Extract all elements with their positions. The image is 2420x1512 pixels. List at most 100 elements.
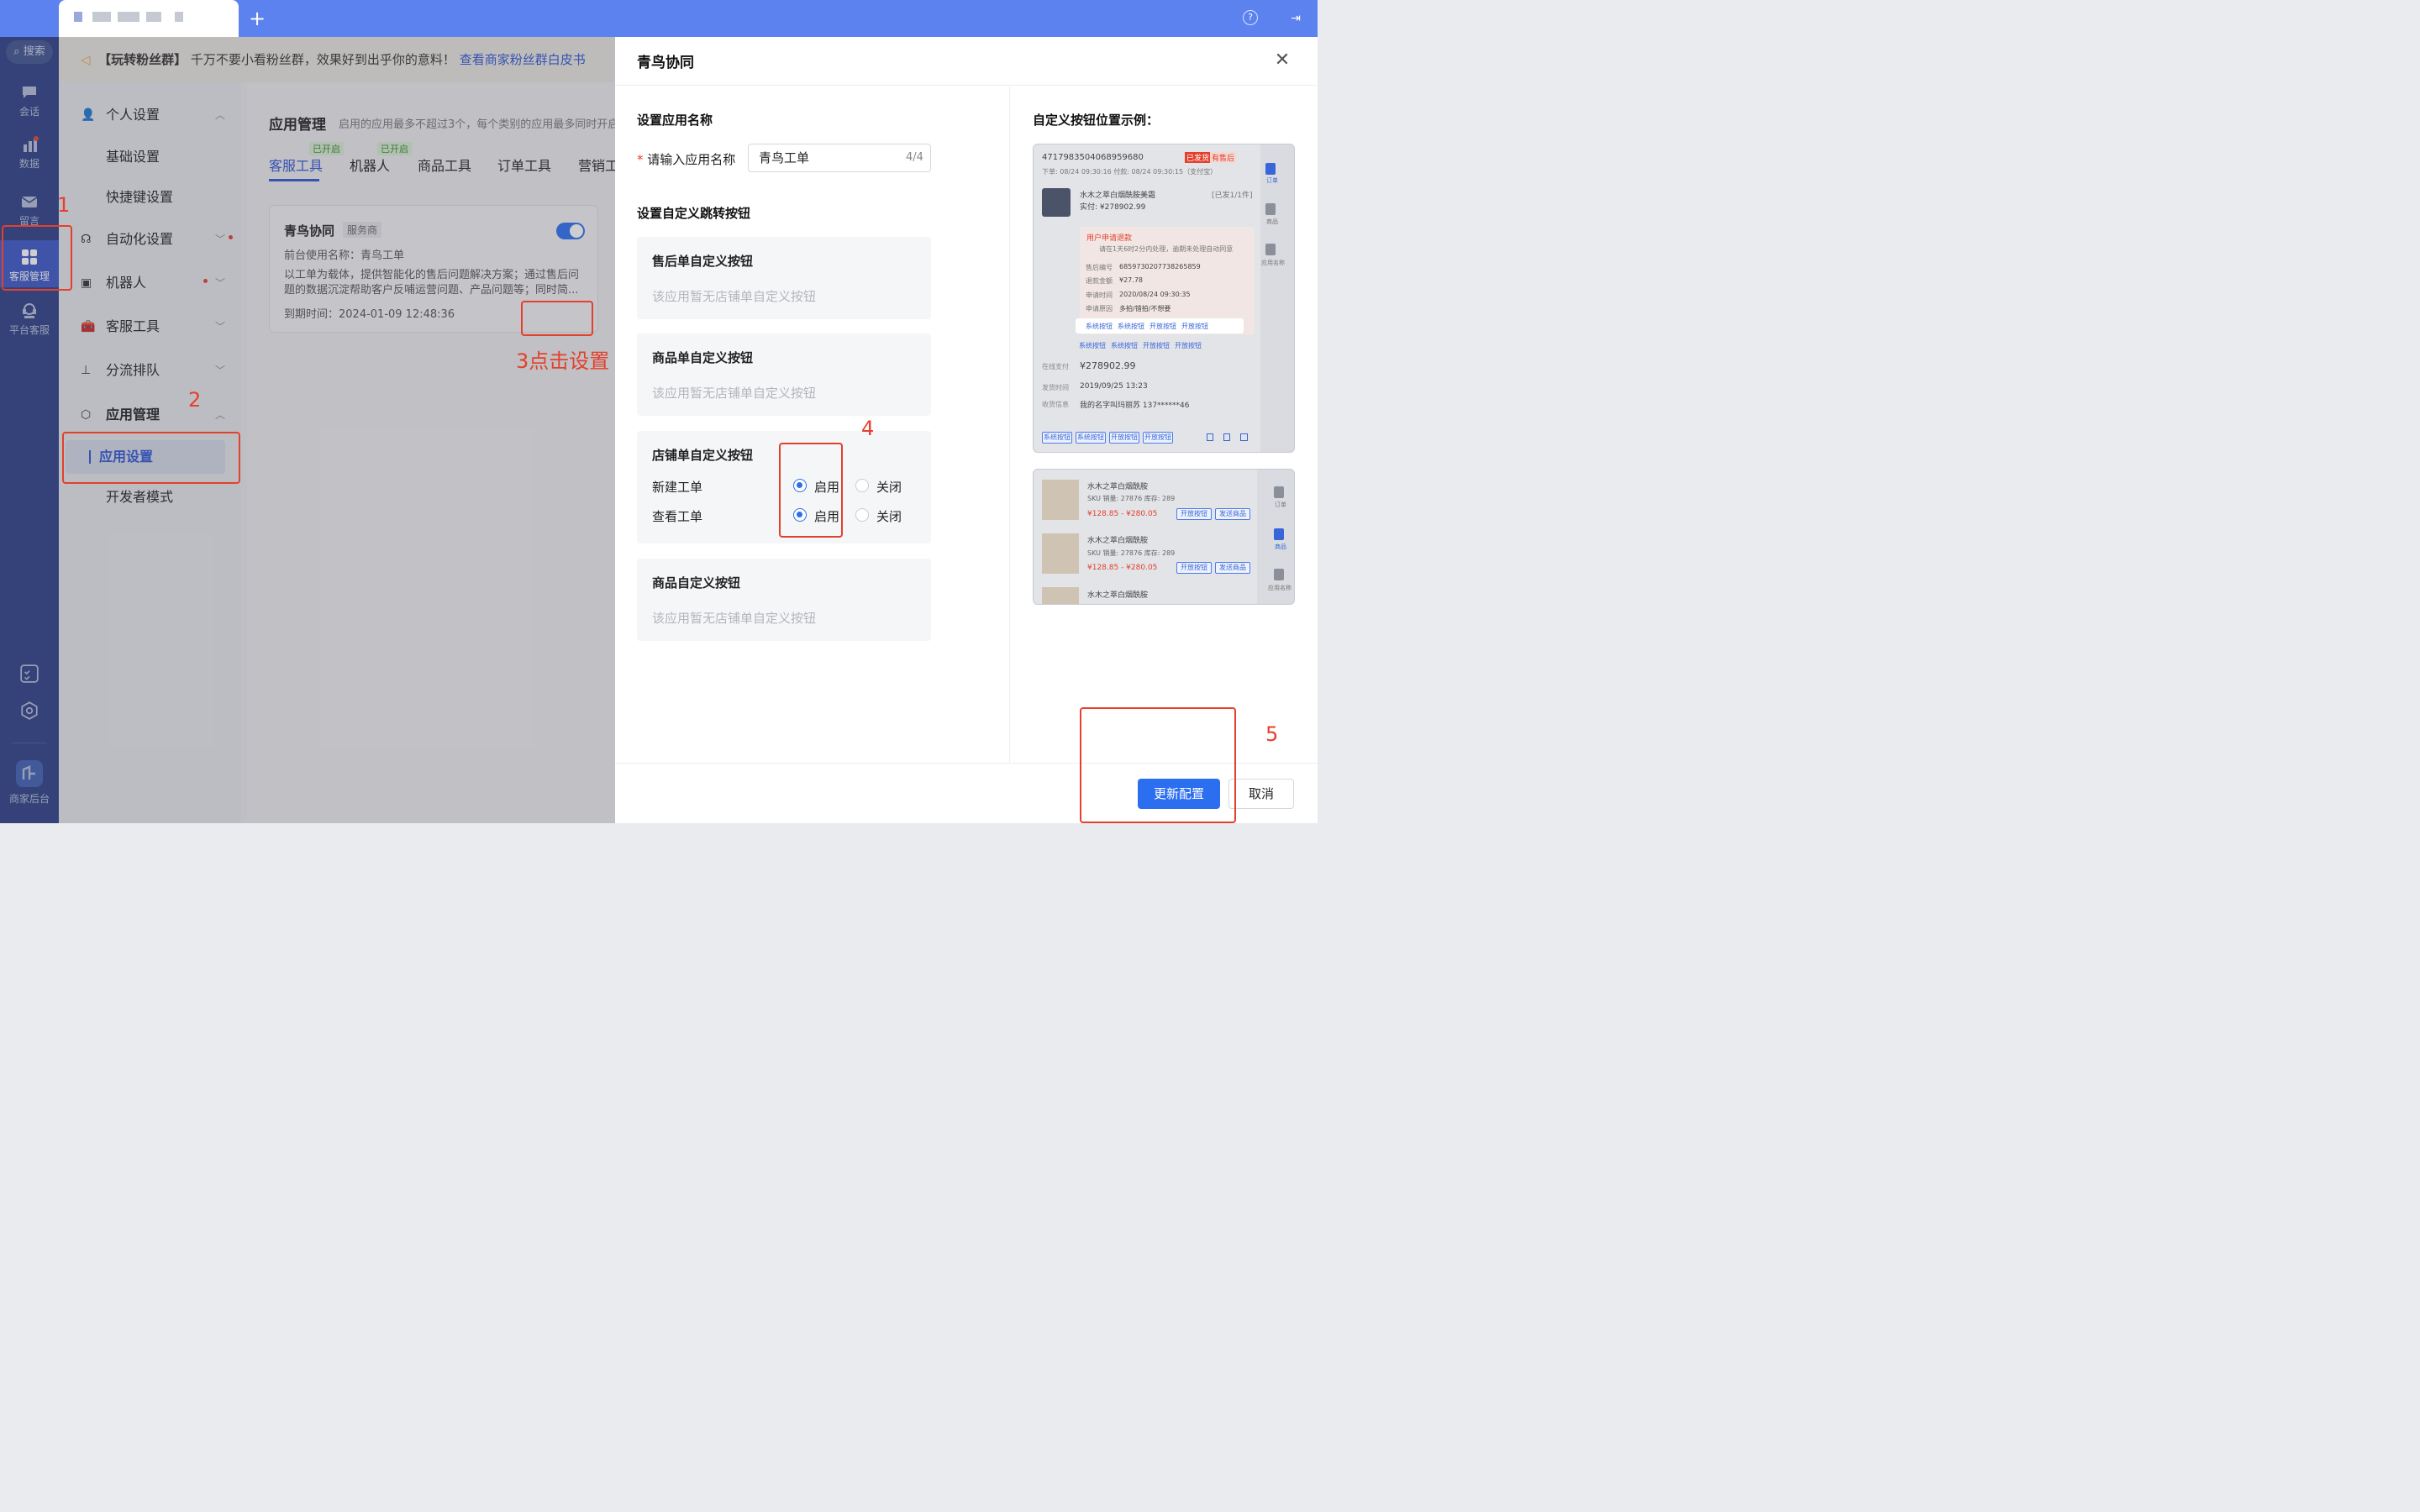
box-title: 售后单自定义按钮	[652, 254, 754, 269]
preview-side-label: 商品	[1266, 218, 1278, 225]
product-thumb	[1042, 188, 1071, 217]
refund-key: 申请原因	[1086, 305, 1113, 312]
preview-chip: 开放按钮	[1181, 323, 1208, 330]
side-app-icon	[1265, 244, 1276, 255]
radio-label: 关闭	[876, 480, 902, 495]
preview-chip: 发送商品	[1215, 562, 1250, 574]
order-preview-image: 4717983504068959680 已发货 有售后 下单: 08/24 09…	[1033, 144, 1295, 453]
side-goods-icon	[1274, 528, 1284, 540]
section-app-name-title: 设置应用名称	[637, 113, 713, 128]
preview-paid: 实付: ¥278902.99	[1080, 203, 1146, 212]
annotation-box-5	[1080, 707, 1236, 823]
annotation-box-1	[2, 225, 72, 291]
preview-chip: 开放按钮	[1109, 432, 1139, 444]
annotation-number-4: 4	[861, 417, 875, 440]
close-icon[interactable]: ✕	[1272, 50, 1292, 71]
goods-button-box: 商品自定义按钮 该应用暂无店铺单自定义按钮	[637, 559, 931, 641]
preview-chip: 开放按钮	[1176, 508, 1212, 520]
annotation-number-1: 1	[57, 193, 71, 217]
app-name-input[interactable]: 青鸟工单	[748, 144, 931, 172]
preview-small-icon	[1223, 433, 1230, 441]
annotation-box-2	[62, 432, 240, 484]
preview-chip: 系统按钮	[1118, 323, 1144, 330]
box-placeholder: 该应用暂无店铺单自定义按钮	[652, 386, 817, 401]
refund-key: 退款金额	[1086, 277, 1113, 285]
required-mark: *	[637, 152, 644, 167]
radio-label: 关闭	[876, 509, 902, 524]
online-pay-value: ¥278902.99	[1080, 360, 1136, 371]
online-pay-label: 在线支付	[1042, 363, 1069, 370]
goods-name: 水木之萃白烟酰胺	[1087, 591, 1149, 600]
goods-thumb	[1042, 533, 1079, 574]
preview-times: 下单: 08/24 09:30:16 付款: 08/24 09:30:15（支付…	[1042, 168, 1218, 176]
goods-thumb	[1042, 587, 1079, 604]
preview-side-label: 订单	[1275, 501, 1286, 508]
preview-tag: 有售后	[1210, 152, 1237, 163]
annotation-number-2: 2	[188, 388, 202, 412]
refund-value: ¥27.78	[1119, 276, 1143, 284]
refund-tip: 请在1天6时2分内处理，逾期未处理自动同意	[1099, 245, 1234, 253]
side-order-icon	[1274, 486, 1284, 498]
goods-meta: SKU 销量: 27876 库存: 289	[1087, 495, 1176, 502]
preview-side-label: 应用名称	[1268, 585, 1292, 591]
refund-title: 用户申请退款	[1086, 234, 1133, 243]
preview-chip: 系统按钮	[1079, 342, 1106, 349]
side-goods-icon	[1265, 203, 1276, 215]
row-label-new-ticket: 新建工单	[652, 480, 703, 495]
preview-chip: 开放按钮	[1143, 432, 1173, 444]
exit-icon[interactable]: ⇥	[1287, 10, 1304, 27]
preview-chip: 系统按钮	[1076, 432, 1106, 444]
goods-meta: SKU 销量: 27876 库存: 289	[1087, 549, 1176, 557]
preview-side-label: 应用名称	[1261, 260, 1285, 266]
refund-key: 售后编号	[1086, 264, 1113, 271]
modal-backdrop[interactable]	[0, 37, 615, 823]
annotation-number-3: 3点击设置	[516, 349, 610, 373]
section-jump-title: 设置自定义跳转按钮	[637, 206, 751, 221]
aftersale-button-box: 售后单自定义按钮 该应用暂无店铺单自定义按钮	[637, 237, 931, 319]
preview-tag: 已发货	[1185, 152, 1212, 163]
ship-time: 2019/09/25 13:23	[1080, 382, 1148, 391]
ship-label: 发货时间	[1042, 384, 1069, 391]
refund-value: 多拍/错拍/不想要	[1119, 305, 1171, 312]
help-icon[interactable]: ?	[1243, 10, 1258, 25]
preview-small-icon	[1240, 433, 1248, 441]
browser-tab[interactable]	[59, 0, 239, 37]
refund-value: 2020/08/24 09:30:35	[1119, 291, 1191, 298]
drawer-header	[615, 37, 1318, 86]
preview-chip: 发送商品	[1215, 508, 1250, 520]
preview-chip: 系统按钮	[1111, 342, 1138, 349]
drawer-title: 青鸟协同	[637, 55, 694, 71]
preview-title: 自定义按钮位置示例：	[1033, 113, 1160, 128]
preview-side-label: 商品	[1275, 543, 1286, 550]
annotation-box-4	[779, 443, 843, 538]
cancel-button[interactable]: 取消	[1228, 779, 1294, 809]
preview-chip: 开放按钮	[1143, 342, 1170, 349]
name-field-label-text: 请输入应用名称	[647, 152, 736, 167]
goods-name: 水木之萃白烟酰胺	[1087, 483, 1149, 491]
new-tab-icon[interactable]: +	[247, 7, 267, 30]
goods-thumb	[1042, 480, 1079, 520]
annotation-number-5: 5	[1265, 722, 1279, 746]
box-title: 商品自定义按钮	[652, 575, 741, 591]
drawer-divider	[1009, 87, 1010, 764]
preview-chip: 系统按钮	[1042, 432, 1072, 444]
preview-chip: 开放按钮	[1175, 342, 1202, 349]
goods-price: ¥128.85 - ¥280.05	[1087, 510, 1158, 518]
name-field-label: * 请输入应用名称	[637, 150, 735, 168]
goods-name: 水木之萃白烟酰胺	[1087, 537, 1149, 545]
annotation-box-3	[521, 301, 593, 336]
goods-preview-image: 水木之萃白烟酰胺 SKU 销量: 27876 库存: 289 ¥128.85 -…	[1033, 469, 1295, 605]
row-label-view-ticket: 查看工单	[652, 509, 703, 524]
addr-label: 收货信息	[1042, 401, 1069, 408]
side-app-icon	[1274, 569, 1284, 580]
preview-chip: 系统按钮	[1086, 323, 1113, 330]
preview-chip: 开放按钮	[1150, 323, 1176, 330]
preview-side-label: 订单	[1266, 177, 1278, 184]
goods-order-button-box: 商品单自定义按钮 该应用暂无店铺单自定义按钮	[637, 333, 931, 416]
preview-product: 水木之萃白烟酰胺美霜	[1080, 192, 1156, 200]
box-placeholder: 该应用暂无店铺单自定义按钮	[652, 611, 817, 626]
radio-view-ticket-off[interactable]	[855, 508, 869, 522]
refund-key: 申请时间	[1086, 291, 1113, 299]
preview-order-no: 4717983504068959680	[1042, 153, 1144, 162]
radio-new-ticket-off[interactable]	[855, 479, 869, 492]
